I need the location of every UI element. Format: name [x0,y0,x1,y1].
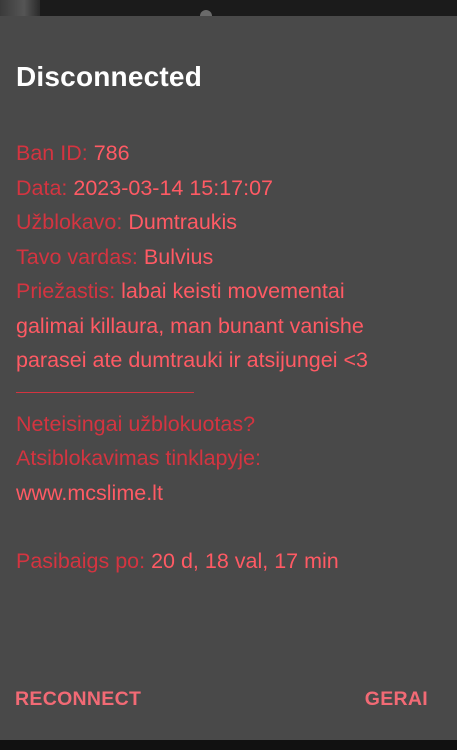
ban-reason-row: Priežastis: labai keisti movementai gali… [16,274,411,378]
dialog-title: Disconnected [16,61,202,92]
banned-by-value: Dumtraukis [128,210,238,234]
unfair-ban-question: Neteisingai užblokuotas? [16,411,256,436]
player-name-value: Bulvius [143,244,214,269]
dialog-actions: RECONNECT GERAI [0,688,457,718]
appeal-website-link[interactable]: www.mcslime.lt [16,476,436,511]
bottom-strip [0,740,457,750]
corner-thumbnail [0,0,40,16]
disconnect-dialog: Disconnected Ban ID: 786 Data: 2023-03-1… [0,16,457,740]
ban-expiry-row: Pasibaigs po: 20 d, 18 val, 17 min [16,544,436,579]
separator-line [16,391,194,393]
ban-date-value: 2023-03-14 15:17:07 [73,175,274,200]
ban-expiry-label: Pasibaigs po: [16,549,146,573]
ok-button[interactable]: GERAI [365,688,428,711]
ban-expiry-value: 20 d, 18 val, 17 min [151,549,339,573]
reconnect-button[interactable]: RECONNECT [15,688,141,711]
banned-by-label: Užblokavo: [16,210,123,234]
ban-id-label: Ban ID: [16,141,88,165]
ban-date-label: Data: [16,175,68,200]
player-name-label: Tavo vardas: [16,244,138,269]
player-name-row: Tavo vardas: Bulvius [16,240,436,275]
appeal-text: Atsiblokavimas tinklapyje: [16,446,261,470]
status-strip [0,0,457,22]
ban-id-value: 786 [93,141,130,165]
ban-date-row: Data: 2023-03-14 15:17:07 [16,171,436,206]
banned-by-row: Užblokavo: Dumtraukis [16,205,436,240]
ban-id-row: Ban ID: 786 [16,136,436,171]
ban-reason-label: Priežastis: [16,279,116,303]
ban-details: Ban ID: 786 Data: 2023-03-14 15:17:07 Už… [16,136,436,579]
